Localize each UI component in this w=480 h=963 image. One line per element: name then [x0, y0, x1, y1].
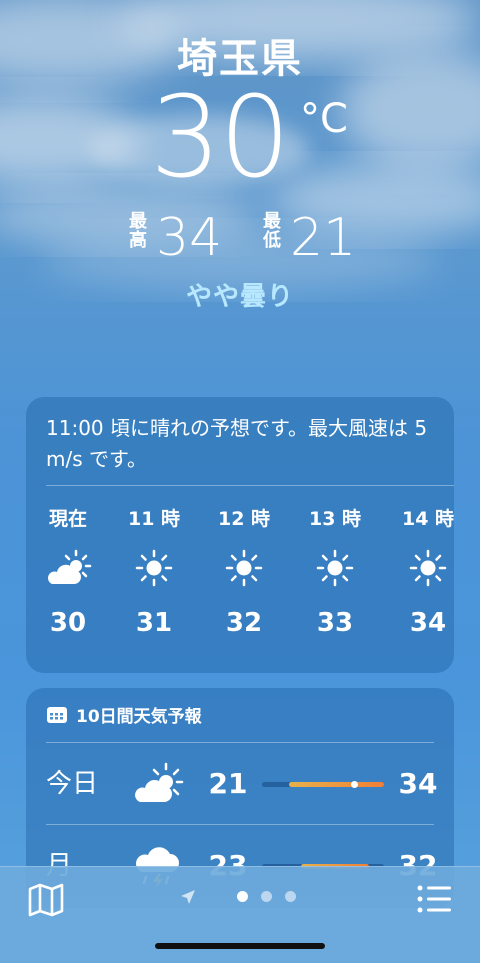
sun-icon: [135, 549, 173, 587]
hour-column: 現在 30: [28, 505, 108, 643]
page-dot-active[interactable]: [237, 891, 248, 902]
partly-cloudy-sun-icon: [135, 762, 184, 802]
temperature-range-bar: [262, 781, 384, 788]
hour-label: 14 時: [401, 508, 455, 530]
temperature-unit: °C: [300, 96, 348, 142]
page-dot[interactable]: [285, 891, 296, 902]
hour-temperature: 34: [409, 608, 447, 638]
low-temperature: 21: [290, 208, 357, 268]
day-row[interactable]: 今日 21 34: [26, 744, 454, 824]
hour-label: 12 時: [217, 508, 271, 530]
partly-cloudy-sun-icon: [48, 549, 92, 584]
forecast-summary: 11:00 頃に晴れの予想です。最大風速は 5 m/s です。: [46, 416, 428, 471]
high-label: 最高: [129, 211, 147, 251]
location-arrow-icon: [181, 890, 195, 904]
hour-column: 14 時 34: [388, 505, 468, 643]
page-indicator[interactable]: [180, 887, 300, 907]
current-temperature: 30: [150, 73, 291, 203]
daily-forecast-header: 10日間天気予報: [46, 702, 202, 727]
hour-column: 11 時 31: [114, 505, 194, 643]
temperature-range-fill: [288, 782, 384, 787]
hour-label: 11 時: [127, 508, 181, 530]
sun-icon: [316, 549, 354, 587]
calendar-icon: [47, 706, 67, 723]
sun-icon: [409, 549, 447, 587]
sun-icon: [225, 549, 263, 587]
day-high-temperature: 34: [398, 767, 438, 800]
home-indicator: [155, 943, 325, 949]
day-low-temperature: 21: [208, 767, 248, 800]
hour-column: 12 時 32: [204, 505, 284, 643]
hour-label: 13 時: [308, 508, 362, 530]
divider: [46, 742, 434, 743]
map-icon[interactable]: [24, 877, 68, 921]
hour-temperature: 33: [316, 608, 354, 638]
hour-label: 現在: [48, 508, 87, 530]
bottom-toolbar: [0, 866, 480, 963]
low-label: 最低: [263, 211, 281, 251]
day-name: 今日: [46, 769, 99, 799]
list-icon[interactable]: [412, 877, 456, 921]
hour-temperature: 30: [49, 608, 87, 638]
high-low-temperature: 最高 34 最低 21: [128, 208, 368, 268]
high-temperature: 34: [156, 208, 223, 268]
hour-temperature: 32: [225, 608, 263, 638]
page-dot[interactable]: [261, 891, 272, 902]
current-temperature-marker: [350, 781, 358, 788]
divider: [46, 824, 434, 825]
daily-forecast-title: 10日間天気予報: [76, 707, 202, 727]
hourly-forecast-card[interactable]: 11:00 頃に晴れの予想です。最大風速は 5 m/s です。 現在 30 11…: [26, 397, 454, 673]
hour-column: 13 時 33: [295, 505, 375, 643]
hour-temperature: 31: [135, 608, 173, 638]
divider: [46, 485, 454, 486]
weather-condition: やや曇り: [185, 282, 294, 312]
